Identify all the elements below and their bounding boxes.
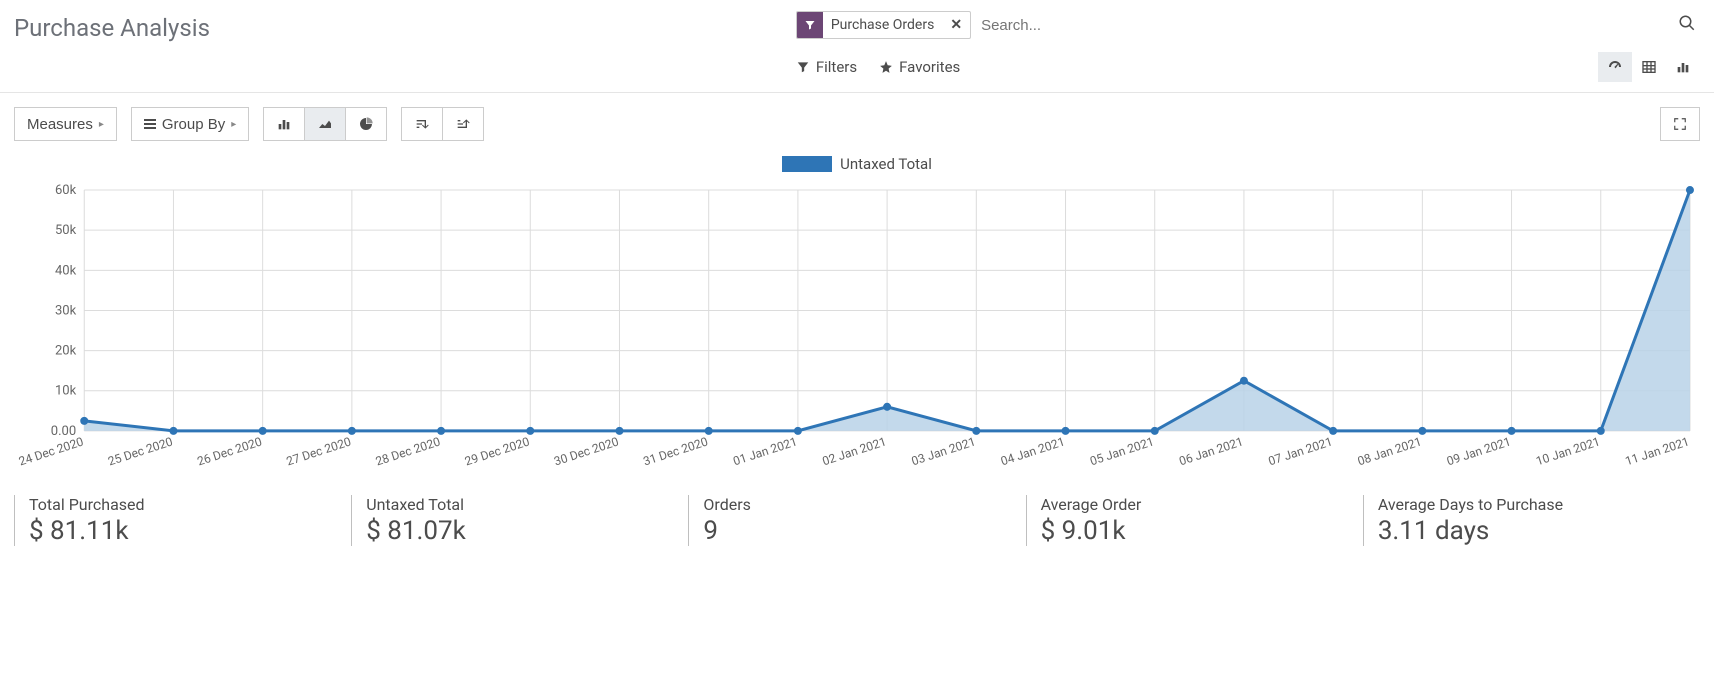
- stat-value: 9: [703, 516, 1025, 546]
- svg-text:30 Dec 2020: 30 Dec 2020: [552, 434, 620, 468]
- svg-text:10 Jan 2021: 10 Jan 2021: [1534, 434, 1601, 468]
- stat-card: Total Purchased $ 81.11k: [14, 495, 351, 546]
- svg-text:20k: 20k: [55, 344, 77, 359]
- filters-dropdown[interactable]: Filters: [796, 58, 857, 76]
- svg-text:40k: 40k: [55, 263, 77, 278]
- sort-group: [401, 107, 484, 141]
- legend-item-series1[interactable]: Untaxed Total: [782, 155, 932, 173]
- chart-type-bar[interactable]: [263, 107, 305, 141]
- chart-type-line[interactable]: [305, 107, 346, 141]
- top-bar: Purchase Analysis Purchase Orders ✕ Filt…: [0, 0, 1714, 93]
- chevron-right-icon: ▸: [99, 119, 104, 130]
- svg-text:04 Jan 2021: 04 Jan 2021: [999, 434, 1066, 468]
- svg-text:01 Jan 2021: 01 Jan 2021: [731, 434, 798, 468]
- bar-chart-icon: [1675, 59, 1691, 75]
- graph-toolbar: Measures ▸ Group By ▸: [0, 93, 1714, 147]
- measures-label: Measures: [27, 116, 93, 133]
- stat-label: Total Purchased: [29, 495, 351, 514]
- groupby-label: Group By: [162, 116, 225, 133]
- pie-chart-icon: [358, 116, 374, 132]
- stat-label: Average Order: [1041, 495, 1363, 514]
- svg-text:28 Dec 2020: 28 Dec 2020: [374, 434, 442, 468]
- search-icon[interactable]: [1674, 14, 1700, 37]
- line-chart: 0.0010k20k30k40k50k60k24 Dec 202025 Dec …: [14, 180, 1700, 481]
- filter-icon: [797, 12, 823, 38]
- svg-text:08 Jan 2021: 08 Jan 2021: [1356, 434, 1423, 468]
- stat-value: $ 81.11k: [29, 516, 351, 546]
- stat-value: $ 81.07k: [366, 516, 688, 546]
- favorites-dropdown[interactable]: Favorites: [879, 58, 960, 76]
- stat-label: Untaxed Total: [366, 495, 688, 514]
- svg-text:31 Dec 2020: 31 Dec 2020: [641, 434, 709, 468]
- sort-ascending[interactable]: [443, 107, 484, 141]
- stat-value: $ 9.01k: [1041, 516, 1363, 546]
- expand-button[interactable]: [1660, 107, 1700, 141]
- svg-text:25 Dec 2020: 25 Dec 2020: [106, 434, 174, 468]
- stat-label: Orders: [703, 495, 1025, 514]
- chevron-right-icon: ▸: [231, 119, 236, 130]
- chart-legend: Untaxed Total: [14, 155, 1700, 180]
- bar-chart-icon: [276, 116, 292, 132]
- search-input[interactable]: [977, 11, 1668, 39]
- list-icon: [144, 119, 156, 128]
- sort-asc-icon: [455, 116, 471, 132]
- svg-text:26 Dec 2020: 26 Dec 2020: [195, 434, 263, 468]
- stat-card: Average Days to Purchase 3.11 days: [1363, 495, 1700, 546]
- page-title: Purchase Analysis: [14, 8, 210, 42]
- star-icon: [879, 60, 893, 74]
- filter-dropdowns: Filters Favorites: [796, 58, 960, 76]
- svg-text:10k: 10k: [55, 384, 77, 399]
- expand-icon: [1673, 117, 1687, 131]
- svg-text:05 Jan 2021: 05 Jan 2021: [1088, 434, 1155, 468]
- view-switch: [1598, 52, 1700, 82]
- legend-label: Untaxed Total: [840, 155, 932, 173]
- sort-desc-icon: [414, 116, 430, 132]
- measures-button[interactable]: Measures ▸: [14, 107, 117, 141]
- svg-text:03 Jan 2021: 03 Jan 2021: [910, 434, 977, 468]
- groupby-button[interactable]: Group By ▸: [131, 107, 249, 141]
- chart-type-pie[interactable]: [346, 107, 387, 141]
- funnel-icon: [796, 60, 810, 74]
- svg-text:07 Jan 2021: 07 Jan 2021: [1267, 434, 1334, 468]
- search-facet-purchase-orders[interactable]: Purchase Orders ✕: [796, 11, 971, 39]
- dashboard-icon: [1607, 59, 1623, 75]
- favorites-label: Favorites: [899, 58, 960, 76]
- svg-text:02 Jan 2021: 02 Jan 2021: [821, 434, 888, 468]
- close-icon[interactable]: ✕: [942, 17, 970, 33]
- stat-value: 3.11 days: [1378, 516, 1700, 546]
- area-chart-icon: [317, 116, 333, 132]
- svg-text:11 Jan 2021: 11 Jan 2021: [1623, 434, 1690, 468]
- search-controls: Filters Favorites: [796, 42, 1700, 92]
- facet-label: Purchase Orders: [823, 17, 942, 33]
- stat-card: Untaxed Total $ 81.07k: [351, 495, 688, 546]
- sort-descending[interactable]: [401, 107, 443, 141]
- svg-text:29 Dec 2020: 29 Dec 2020: [463, 434, 531, 468]
- stats-row: Total Purchased $ 81.11k Untaxed Total $ 81…: [0, 481, 1714, 566]
- svg-text:30k: 30k: [55, 303, 77, 318]
- view-graph[interactable]: [1666, 52, 1700, 82]
- search-area: Purchase Orders ✕ Filters Favorites: [756, 8, 1700, 92]
- svg-text:50k: 50k: [55, 223, 77, 238]
- filters-label: Filters: [816, 58, 857, 76]
- view-dashboard[interactable]: [1598, 52, 1632, 82]
- svg-text:27 Dec 2020: 27 Dec 2020: [285, 434, 353, 468]
- legend-swatch: [782, 156, 832, 172]
- svg-text:60k: 60k: [55, 183, 77, 198]
- stat-card: Orders 9: [688, 495, 1025, 546]
- chart-type-group: [263, 107, 387, 141]
- svg-text:06 Jan 2021: 06 Jan 2021: [1177, 434, 1244, 468]
- stat-card: Average Order $ 9.01k: [1026, 495, 1363, 546]
- chart-wrap: Untaxed Total 0.0010k20k30k40k50k60k24 D…: [0, 147, 1714, 481]
- svg-text:24 Dec 2020: 24 Dec 2020: [17, 434, 85, 468]
- search-row: Purchase Orders ✕: [796, 8, 1700, 42]
- view-pivot[interactable]: [1632, 52, 1666, 82]
- stat-label: Average Days to Purchase: [1378, 495, 1700, 514]
- table-icon: [1641, 59, 1657, 75]
- svg-text:09 Jan 2021: 09 Jan 2021: [1445, 434, 1512, 468]
